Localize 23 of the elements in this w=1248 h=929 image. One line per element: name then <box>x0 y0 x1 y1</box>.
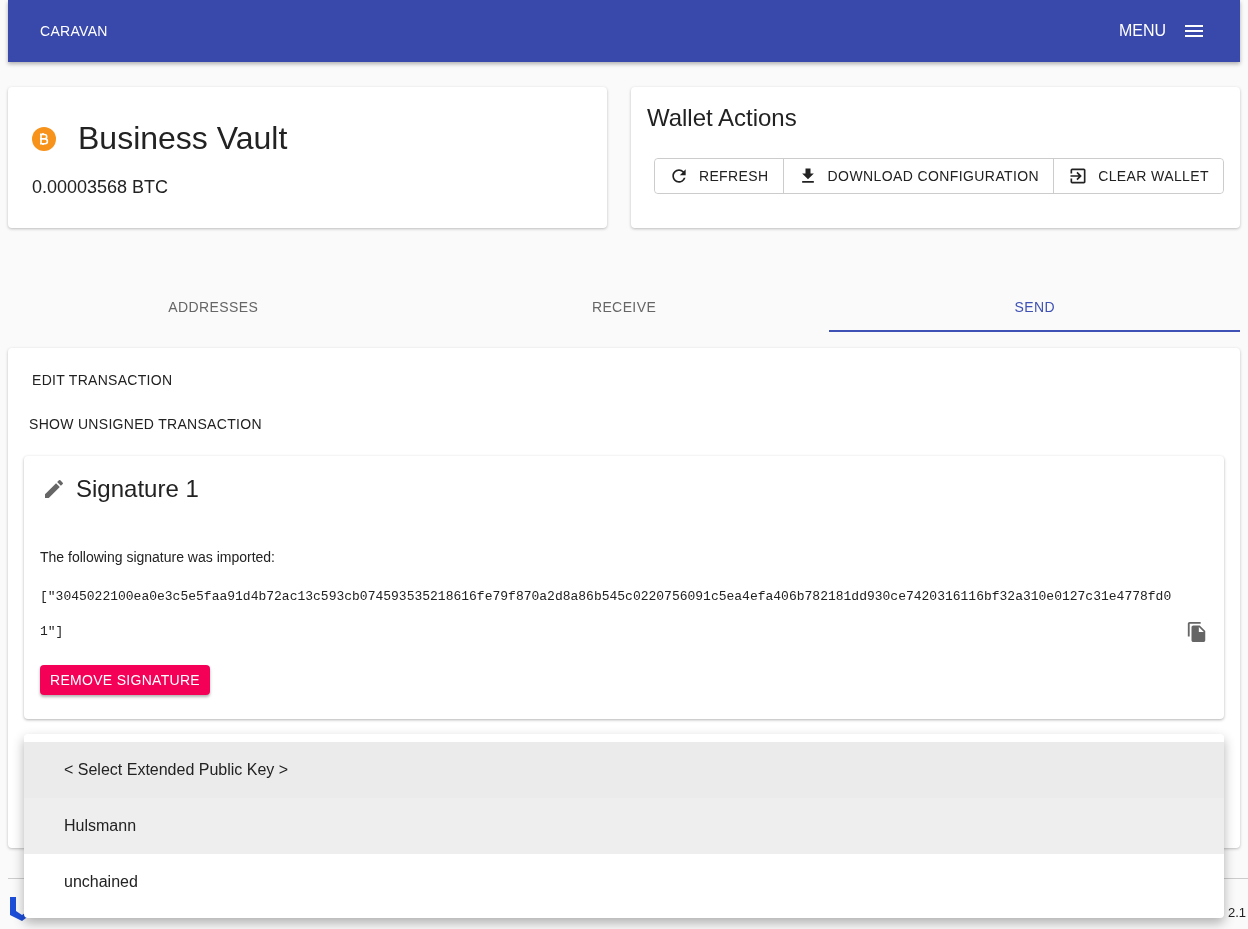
wallet-name: Business Vault <box>78 120 288 157</box>
copy-icon[interactable] <box>1186 621 1208 643</box>
signature-value: ["3045022100ea0e3c5e5faa91d4b72ac13c593cb074593535218616fe79f870a2d8a86b545c0220756091c5ea4efa406b782181dd930ce7420316116bf32a310e0127c31e4778fd01"] <box>40 588 1173 641</box>
show-unsigned-button[interactable]: SHOW UNSIGNED TRANSACTION <box>24 408 270 440</box>
tab[interactable]: ADDRESSES <box>8 284 419 332</box>
action-button[interactable]: CLEAR WALLET <box>1053 159 1223 193</box>
app-title: CARAVAN <box>40 23 108 39</box>
signature-title: Signature 1 <box>76 475 199 503</box>
menu-item[interactable]: < Select Extended Public Key > <box>24 742 1224 798</box>
menu-item[interactable]: unchained <box>24 854 1224 910</box>
pencil-icon <box>42 477 66 501</box>
version-text: 2.1 <box>1227 904 1246 920</box>
remove-signature-button[interactable]: REMOVE SIGNATURE <box>40 665 210 695</box>
menu-button[interactable]: MENU <box>1118 19 1206 43</box>
exit-icon <box>1068 166 1089 186</box>
bitcoin-icon <box>32 126 56 151</box>
signature-message: The following signature was imported: <box>40 549 276 565</box>
edit-transaction-button[interactable]: EDIT TRANSACTION <box>24 364 181 396</box>
tab[interactable]: SEND <box>829 284 1240 332</box>
tab[interactable]: RECEIVE <box>418 284 830 332</box>
wallet-balance: 0.00003568 BTC <box>32 177 170 198</box>
card-title: Wallet Actions <box>646 104 798 132</box>
menu-item[interactable]: Hulsmann <box>24 798 1224 854</box>
